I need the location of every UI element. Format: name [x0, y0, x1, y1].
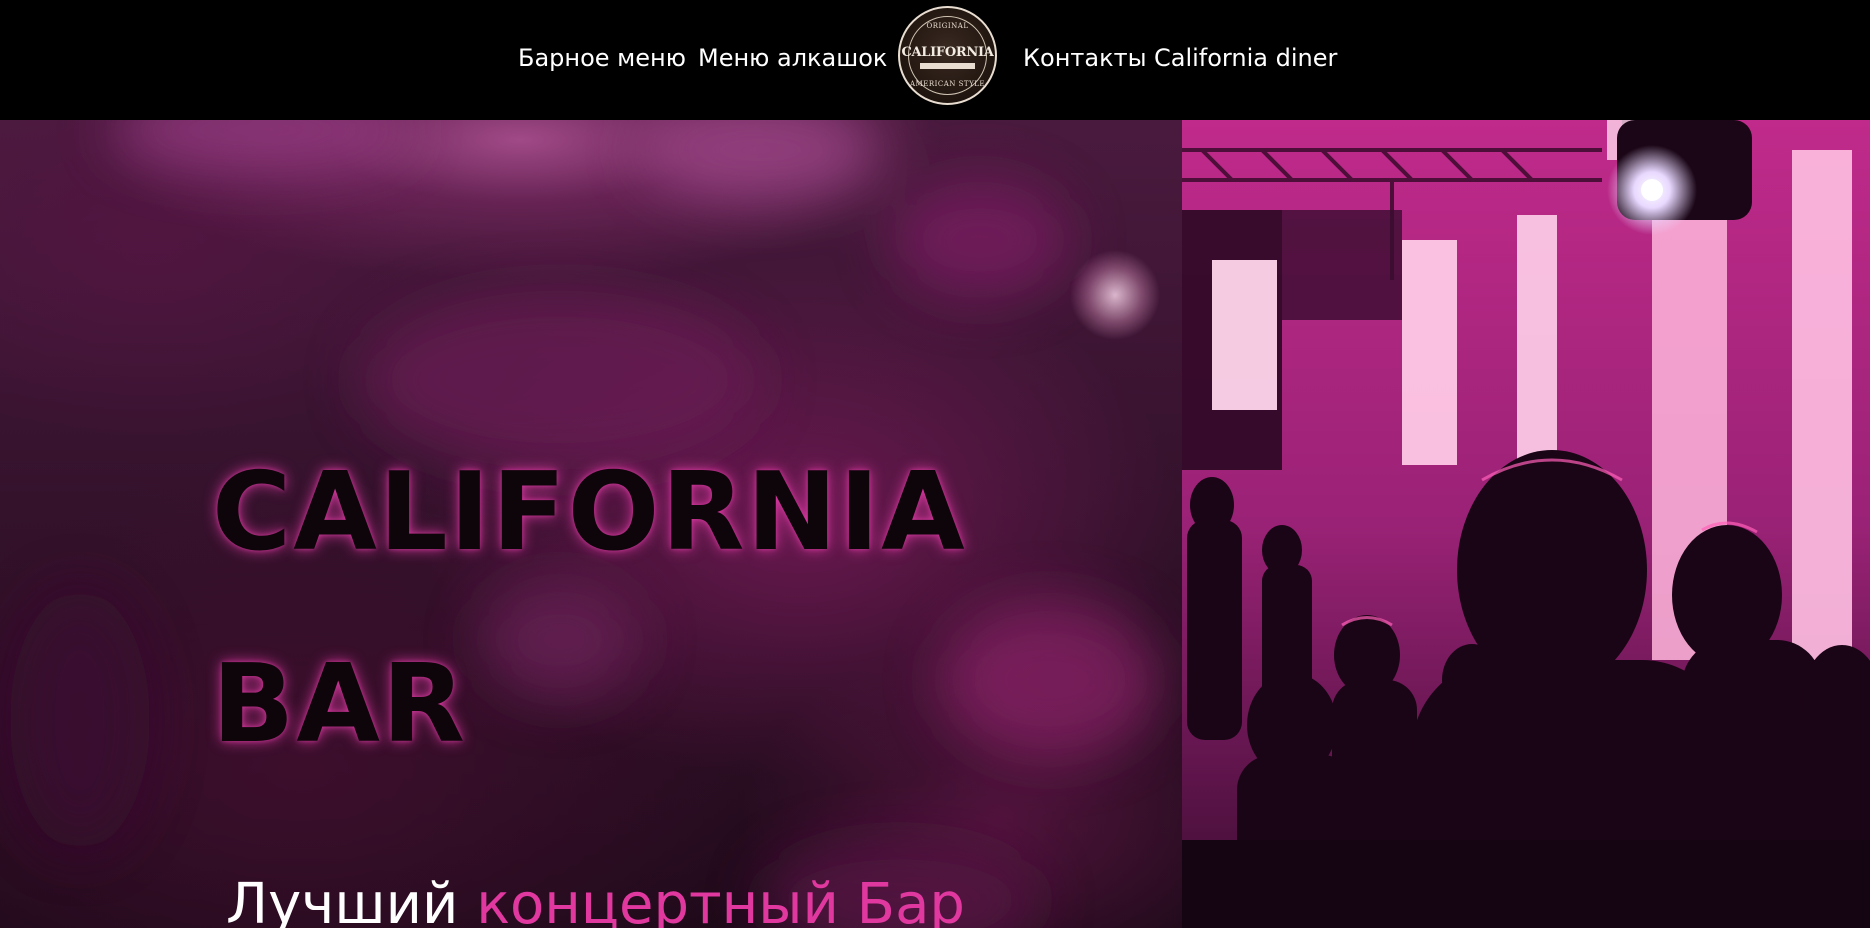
logo-bottom-text: AMERICAN STYLE — [910, 80, 985, 88]
hero-title-line1: CALIFORNIA — [212, 450, 967, 575]
nav-link-contacts[interactable]: Контакты — [1023, 40, 1147, 76]
logo-top-text: ORIGINAL — [926, 22, 969, 30]
nav-link-drinks-menu[interactable]: Меню алкашок — [698, 40, 887, 76]
logo-band — [920, 63, 975, 69]
nav-link-bar-menu[interactable]: Барное меню — [518, 40, 686, 76]
page: Барное меню Меню алкашок ORIGINAL CALIFO… — [0, 0, 1870, 928]
hero-subtitle-pink: концертный Бар — [476, 872, 965, 928]
concert-photo-drawing — [1182, 120, 1870, 928]
hero-title-line2: BAR — [212, 642, 468, 767]
nav-link-california-diner[interactable]: California diner — [1154, 40, 1337, 76]
california-bar-logo-icon[interactable]: ORIGINAL CALIFORNIA AMERICAN STYLE — [898, 6, 997, 105]
hero-subtitle: Лучший концертный Бар — [226, 870, 965, 928]
logo-main-text: CALIFORNIA — [901, 45, 994, 60]
hero-subtitle-white: Лучший — [226, 872, 459, 928]
concert-photo-icon — [1182, 120, 1870, 928]
top-navbar: Барное меню Меню алкашок ORIGINAL CALIFO… — [0, 0, 1870, 120]
